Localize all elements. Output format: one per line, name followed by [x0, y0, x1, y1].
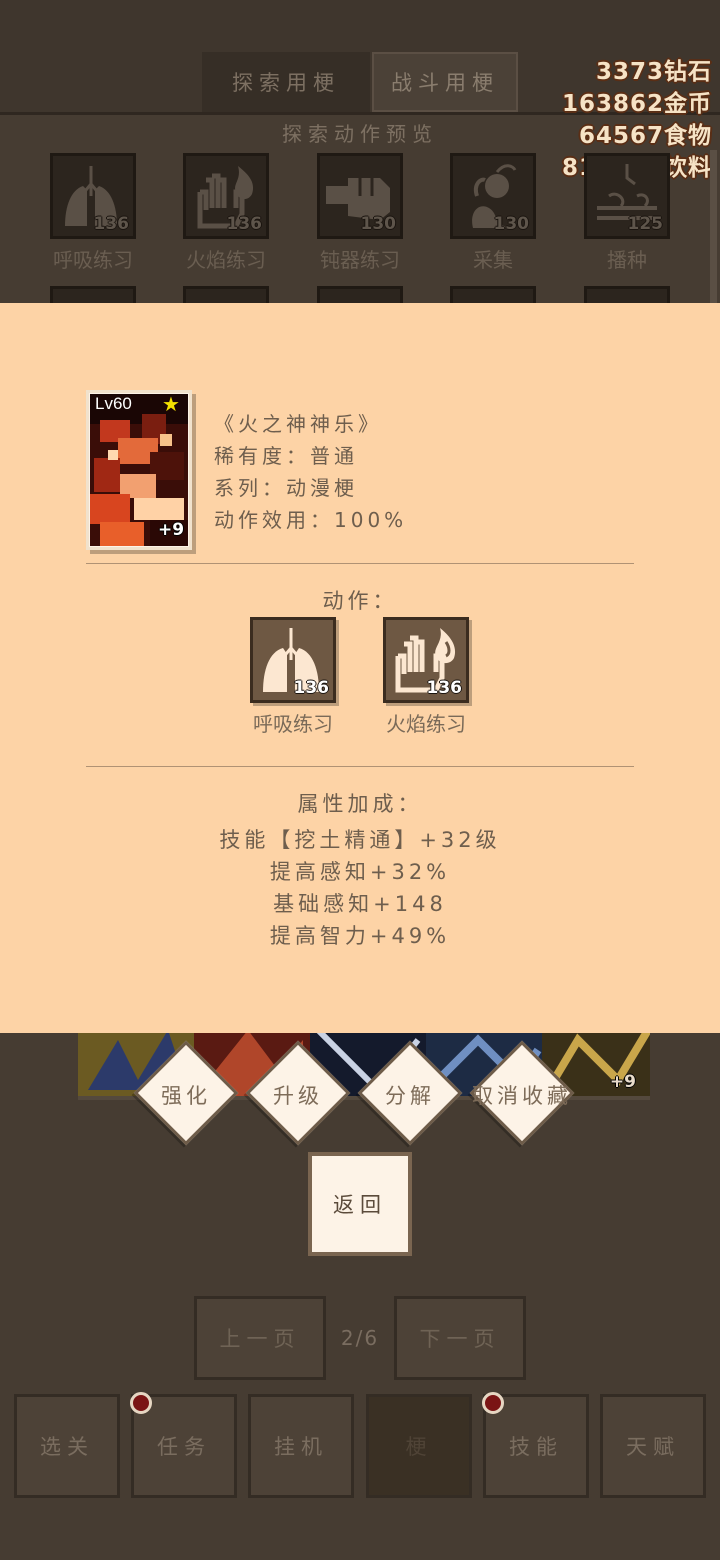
nav-idle[interactable]: 挂机 — [248, 1394, 354, 1498]
action-tile-gather[interactable]: 130 — [450, 153, 536, 239]
upgrade-label: 升级 — [273, 1084, 323, 1108]
action-name: 呼吸练习 — [53, 248, 133, 272]
strip-plus: +9 — [609, 1072, 636, 1092]
action-level: 136 — [426, 678, 463, 698]
action-level: 136 — [226, 214, 263, 234]
bonus-line: 技能【挖土精通】+32级 — [219, 828, 501, 852]
action-name: 火焰练习 — [186, 248, 266, 272]
bonus-line: 提高感知+32% — [269, 860, 451, 884]
divider — [86, 766, 634, 767]
gold-count: 163862金币 — [561, 91, 712, 117]
skills-notification-badge — [482, 1392, 504, 1414]
action-level: 136 — [93, 214, 130, 234]
bonus-label: 属性加成： — [297, 792, 423, 816]
action-name: 钝器练习 — [320, 248, 400, 272]
bonus-line: 提高智力+49% — [269, 924, 451, 948]
modal-actions-label: 动作： — [322, 589, 398, 613]
card-efficiency: 动作效用：100% — [214, 508, 408, 532]
card-rarity: 稀有度：普通 — [214, 444, 358, 468]
tasks-notification-badge — [130, 1392, 152, 1414]
action-tile-sow[interactable]: 125 — [584, 153, 670, 239]
nav-talents[interactable]: 天赋 — [600, 1394, 706, 1498]
modal-action-name: 呼吸练习 — [253, 712, 333, 736]
nav-memes[interactable]: 梗 — [366, 1394, 472, 1498]
action-grid-scrollbar[interactable] — [710, 150, 717, 305]
modal-action-breathing[interactable]: 136 — [250, 617, 336, 703]
action-tile-fire[interactable]: 136 — [183, 153, 269, 239]
page-indicator: 2/6 — [340, 1326, 380, 1350]
back-button[interactable]: 返回 — [308, 1152, 412, 1256]
favorite-star-icon: ★ — [162, 392, 180, 416]
enhance-label: 强化 — [161, 1084, 211, 1108]
bonus-line: 基础感知+148 — [273, 892, 447, 916]
action-level: 130 — [493, 214, 530, 234]
action-level: 130 — [360, 214, 397, 234]
prev-page-button[interactable]: 上一页 — [194, 1296, 326, 1380]
action-tile-blunt[interactable]: 130 — [317, 153, 403, 239]
card-plus: +9 — [158, 520, 185, 540]
preview-title: 探索动作预览 — [282, 122, 438, 146]
tab-explore-memes[interactable]: 探索用梗 — [202, 52, 370, 112]
card-series: 系列：动漫梗 — [214, 476, 358, 500]
tab-battle-memes[interactable]: 战斗用梗 — [372, 52, 518, 112]
unfavorite-label: 取消收藏 — [472, 1084, 572, 1108]
action-level: 136 — [293, 678, 330, 698]
next-page-button[interactable]: 下一页 — [394, 1296, 526, 1380]
action-name: 播种 — [607, 248, 647, 272]
card-title: 《火之神神乐》 — [214, 412, 382, 436]
action-tile-breathing[interactable]: 136 — [50, 153, 136, 239]
action-level: 125 — [627, 214, 664, 234]
diamond-count: 3373钻石 — [595, 59, 712, 85]
nav-select-stage[interactable]: 选关 — [14, 1394, 120, 1498]
action-name: 采集 — [473, 248, 513, 272]
card-level: Lv60 — [95, 394, 132, 413]
divider — [86, 563, 634, 564]
decompose-label: 分解 — [385, 1084, 435, 1108]
modal-action-fire[interactable]: 136 — [383, 617, 469, 703]
modal-action-name: 火焰练习 — [386, 712, 466, 736]
